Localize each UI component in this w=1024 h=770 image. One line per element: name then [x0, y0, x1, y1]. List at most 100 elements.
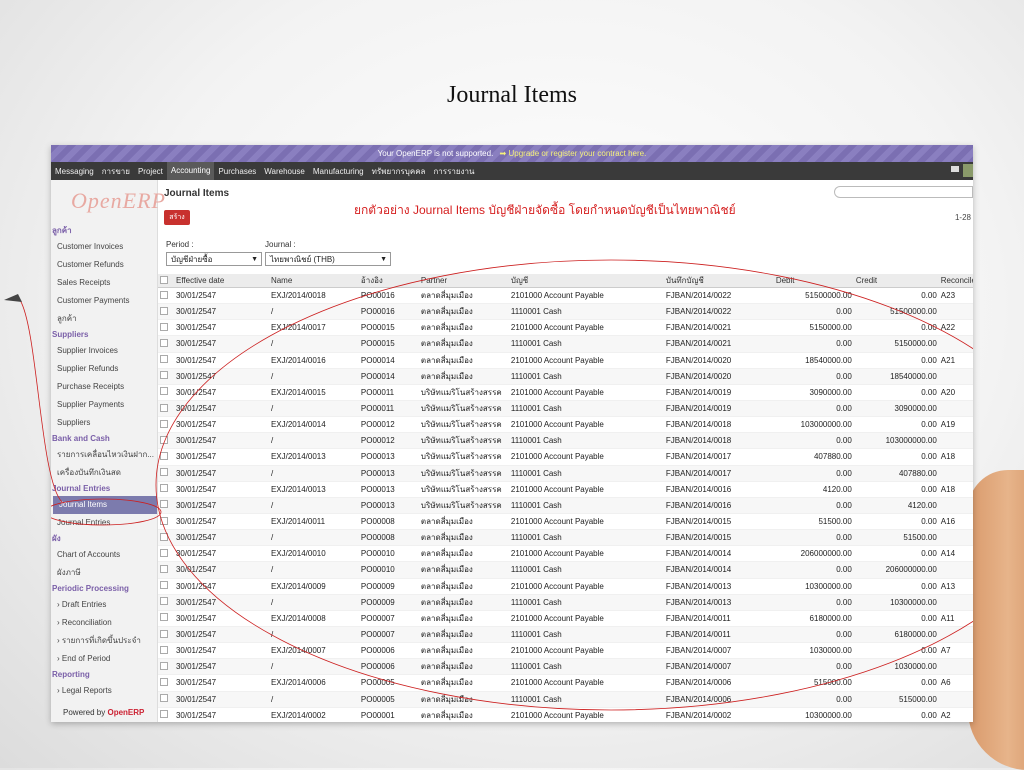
menu-item[interactable]: Warehouse — [260, 167, 309, 176]
table-row[interactable]: 30/01/2547 EXJ/2014/0006 PO00005 ตลาดสี่มุม… — [158, 674, 973, 692]
pager[interactable]: 1-28 — [955, 213, 971, 222]
upgrade-link[interactable]: ➡ Upgrade or register your contract here… — [500, 149, 647, 158]
table-row[interactable]: 30/01/2547 EXJ/2014/0011 PO00008 ตลาดสี่มุม… — [158, 513, 973, 531]
row-checkbox[interactable] — [158, 658, 174, 676]
table-row[interactable]: 30/01/2547/PO00012 บริษัทแมริโนสร้างสรรค 1… — [158, 432, 973, 450]
table-row[interactable]: 30/01/2547 EXJ/2014/0014 PO00012 บริษัทแมริ… — [158, 416, 973, 434]
table-row[interactable]: 30/01/2547 EXJ/2014/0017 PO00015 ตลาดสี่มุม… — [158, 319, 973, 337]
table-row[interactable]: 30/01/2547 EXJ/2014/0009 PO00009 ตลาดสี่มุม… — [158, 578, 973, 595]
table-row[interactable]: 30/01/2547 EXJ/2014/0010 PO00010 ตลาดสี่มุม… — [158, 545, 973, 563]
table-row[interactable]: 30/01/2547/PO00013 บริษัทแมริโนสร้างสรรค 1… — [158, 497, 973, 514]
row-checkbox[interactable] — [158, 707, 174, 722]
period-select[interactable]: บัญชีฝ่ายซื้อ ▼ — [166, 252, 262, 266]
sidebar-item[interactable]: Journal Items — [53, 496, 157, 514]
column-header[interactable]: Name — [268, 274, 359, 288]
table-row[interactable]: 30/01/2547/PO00009 ตลาดสี่มุมเมือง 1110001… — [158, 594, 973, 611]
sidebar-item[interactable]: เครื่องบันทึกเงินสด — [51, 464, 157, 482]
row-checkbox[interactable] — [158, 513, 174, 531]
row-checkbox[interactable] — [158, 432, 174, 450]
sidebar-item[interactable]: Chart of Accounts — [51, 546, 157, 564]
table-row[interactable]: 30/01/2547 EXJ/2014/0008 PO00007 ตลาดสี่มุม… — [158, 610, 973, 627]
sidebar-item[interactable]: Supplier Invoices — [51, 342, 157, 360]
table-row[interactable]: 30/01/2547 EXJ/2014/0013 PO00013 บริษัทแมริ… — [158, 448, 973, 466]
table-row[interactable]: 30/01/2547 EXJ/2014/0002 PO00001 ตลาดสี่มุม… — [158, 707, 973, 722]
sidebar-item[interactable]: › Legal Reports — [51, 682, 157, 700]
column-header[interactable]: Credit — [853, 274, 939, 288]
row-checkbox[interactable] — [158, 610, 174, 627]
sidebar-item[interactable]: Purchase Receipts — [51, 378, 157, 396]
table-row[interactable]: 30/01/2547/PO00013 บริษัทแมริโนสร้างสรรค 1… — [158, 465, 973, 482]
menu-item[interactable]: การขาย — [98, 165, 134, 178]
table-row[interactable]: 30/01/2547 EXJ/2014/0018 PO00016 ตลาดสี่มุม… — [158, 287, 973, 305]
table-row[interactable]: 30/01/2547 EXJ/2014/0013 PO00013 บริษัทแมริ… — [158, 481, 973, 498]
sidebar-item[interactable]: ผังภาษี — [51, 564, 157, 582]
sidebar-item[interactable]: › Draft Entries — [51, 596, 157, 614]
column-header[interactable]: Effective date — [173, 274, 269, 288]
sidebar-item[interactable]: Supplier Payments — [51, 396, 157, 414]
row-checkbox[interactable] — [158, 578, 174, 595]
row-checkbox[interactable] — [158, 352, 174, 369]
row-checkbox[interactable] — [158, 416, 174, 434]
row-checkbox[interactable] — [158, 626, 174, 644]
sidebar-item[interactable]: ลูกค้า — [51, 310, 157, 328]
menu-item[interactable]: Messaging — [51, 167, 98, 176]
row-checkbox[interactable] — [158, 287, 174, 305]
row-checkbox[interactable] — [158, 303, 174, 321]
table-row[interactable]: 30/01/2547/PO00008 ตลาดสี่มุมเมือง 1110001… — [158, 529, 973, 547]
create-button[interactable]: สร้าง — [164, 210, 190, 225]
sidebar-item[interactable]: › รายการที่เกิดขึ้นประจำ — [51, 632, 157, 650]
column-header[interactable]: บันทึกบัญชี — [663, 274, 774, 288]
table-row[interactable]: 30/01/2547/PO00007 ตลาดสี่มุมเมือง 1110001… — [158, 626, 973, 644]
row-checkbox[interactable] — [158, 545, 174, 563]
menu-item[interactable]: Project — [134, 167, 167, 176]
table-row[interactable]: 30/01/2547 EXJ/2014/0016 PO00014 ตลาดสี่มุม… — [158, 352, 973, 369]
mail-icon[interactable] — [951, 166, 959, 172]
row-checkbox[interactable] — [158, 368, 174, 385]
row-checkbox[interactable] — [158, 691, 174, 708]
column-header[interactable]: Reconcile — [938, 274, 973, 288]
column-header[interactable]: อ้างอิง — [358, 274, 419, 288]
sidebar-item[interactable]: › Reconciliation — [51, 614, 157, 632]
table-row[interactable]: 30/01/2547/PO00015 ตลาดสี่มุมเมือง 1110001… — [158, 335, 973, 353]
table-row[interactable]: 30/01/2547/PO00011 บริษัทแมริโนสร้างสรรค 1… — [158, 400, 973, 418]
table-row[interactable]: 30/01/2547 EXJ/2014/0007 PO00006 ตลาดสี่มุม… — [158, 642, 973, 660]
powered-brand[interactable]: OpenERP — [107, 708, 144, 717]
menu-item[interactable]: Purchases — [214, 167, 260, 176]
sidebar-item[interactable]: › End of Period — [51, 650, 157, 668]
menu-item[interactable]: Manufacturing — [309, 167, 368, 176]
menu-item[interactable]: ทรัพยากรบุคคล — [368, 165, 430, 178]
sidebar-item[interactable]: Supplier Refunds — [51, 360, 157, 378]
journal-select[interactable]: ไทยพาณิชย์ (THB) ▼ — [265, 252, 391, 266]
table-row[interactable]: 30/01/2547/PO00005 ตลาดสี่มุมเมือง 1110001… — [158, 691, 973, 708]
sidebar-item[interactable]: Journal Entries — [51, 514, 157, 532]
row-checkbox[interactable] — [158, 594, 174, 611]
menu-item[interactable]: การรายงาน — [429, 165, 478, 178]
row-checkbox[interactable] — [158, 448, 174, 466]
sidebar-item[interactable]: Suppliers — [51, 414, 157, 432]
row-checkbox[interactable] — [158, 529, 174, 547]
table-row[interactable]: 30/01/2547/PO00010 ตลาดสี่มุมเมือง 1110001… — [158, 561, 973, 579]
menu-item[interactable]: Accounting — [166, 162, 215, 180]
row-checkbox[interactable] — [158, 561, 174, 579]
row-checkbox[interactable] — [158, 319, 174, 337]
sidebar-item[interactable]: Customer Invoices — [51, 238, 157, 256]
sidebar-item[interactable]: Customer Payments — [51, 292, 157, 310]
row-checkbox[interactable] — [158, 674, 174, 692]
row-checkbox[interactable] — [158, 465, 174, 482]
avatar[interactable] — [963, 164, 973, 177]
row-checkbox[interactable] — [158, 384, 174, 401]
sidebar-item[interactable]: รายการเคลื่อนไหวเงินฝาก... — [51, 446, 157, 464]
row-checkbox[interactable] — [158, 400, 174, 418]
row-checkbox[interactable] — [158, 335, 174, 353]
row-checkbox[interactable] — [158, 481, 174, 498]
row-checkbox[interactable] — [158, 497, 174, 514]
column-header[interactable]: บัญชี — [508, 274, 664, 288]
column-header[interactable]: Partner — [418, 274, 509, 288]
sidebar-item[interactable]: Sales Receipts — [51, 274, 157, 292]
column-header[interactable]: Debit — [773, 274, 854, 288]
table-row[interactable]: 30/01/2547 EXJ/2014/0015 PO00011 บริษัทแมริ… — [158, 384, 973, 401]
table-row[interactable]: 30/01/2547/PO00006 ตลาดสี่มุมเมือง 1110001… — [158, 658, 973, 676]
sidebar-item[interactable]: Customer Refunds — [51, 256, 157, 274]
search-input[interactable] — [834, 186, 973, 198]
select-all-checkbox[interactable] — [158, 274, 174, 288]
